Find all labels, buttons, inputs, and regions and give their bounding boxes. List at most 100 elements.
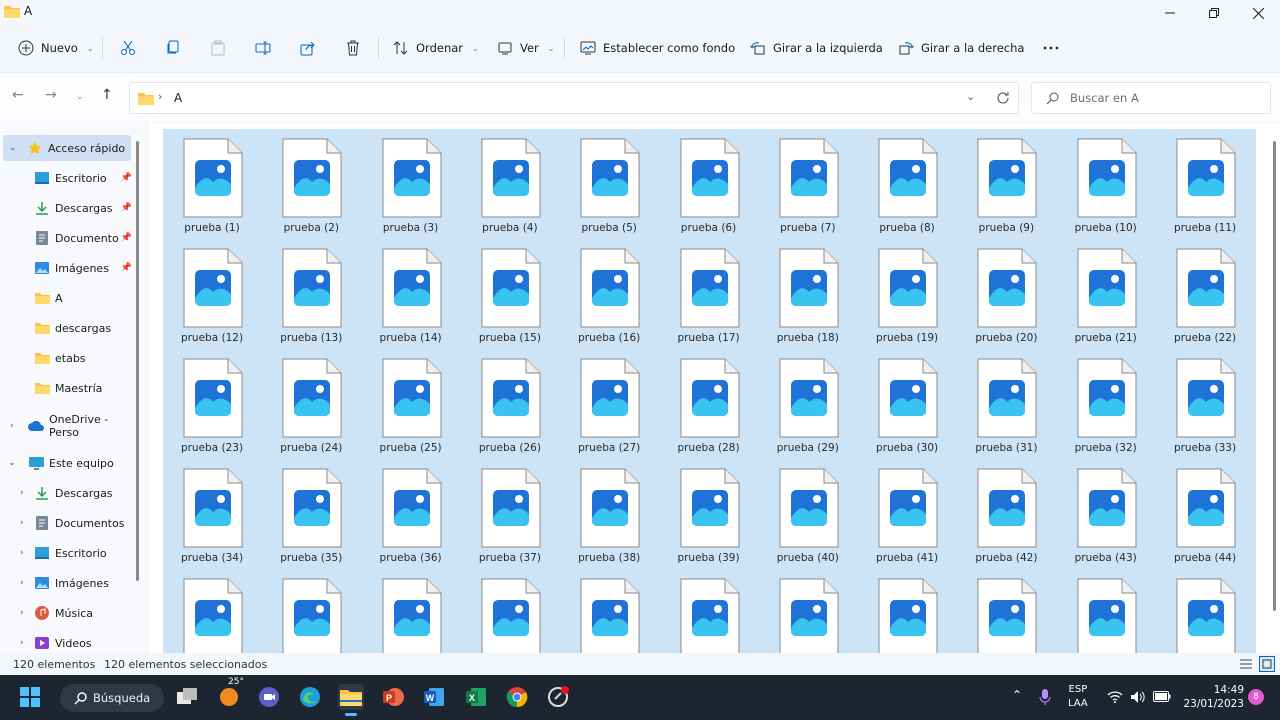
- up-arrow-icon[interactable]: ↑: [101, 87, 113, 103]
- refresh-icon[interactable]: [996, 91, 1010, 105]
- minimize-button[interactable]: [1148, 0, 1192, 26]
- sidebar-item-pc-documentos[interactable]: › Documentos: [0, 510, 138, 536]
- file-tile[interactable]: [263, 570, 359, 653]
- file-tile[interactable]: prueba (44): [1157, 460, 1253, 566]
- forward-arrow-icon[interactable]: →: [45, 87, 57, 103]
- microphone-icon[interactable]: [1039, 689, 1051, 706]
- weather-widget[interactable]: 25°: [216, 677, 244, 710]
- sidebar-item-documento[interactable]: Documento 📌: [0, 225, 138, 251]
- set-background-button[interactable]: Establecer como fondo: [580, 28, 735, 68]
- sidebar-item-pc-escritorio[interactable]: › Escritorio: [0, 540, 138, 566]
- file-tile[interactable]: prueba (40): [760, 460, 856, 566]
- delete-button[interactable]: [345, 28, 361, 68]
- battery-icon[interactable]: [1153, 691, 1171, 702]
- sidebar-item-etabs[interactable]: etabs: [0, 345, 138, 371]
- sidebar-item-pc-descargas[interactable]: › Descargas: [0, 480, 138, 506]
- sort-button[interactable]: Ordenar ⌄: [393, 28, 479, 68]
- volume-icon[interactable]: [1130, 690, 1146, 704]
- file-tile[interactable]: prueba (37): [462, 460, 558, 566]
- large-icons-view-icon[interactable]: [1259, 656, 1275, 672]
- restore-button[interactable]: [1192, 0, 1236, 26]
- file-tile[interactable]: prueba (14): [363, 240, 459, 346]
- details-view-icon[interactable]: [1240, 658, 1252, 670]
- file-tile[interactable]: prueba (31): [958, 350, 1054, 456]
- expanded-chevron-icon[interactable]: ⌄: [9, 143, 17, 153]
- sidebar-item-maestria[interactable]: Maestría: [0, 375, 138, 401]
- file-tile[interactable]: prueba (16): [561, 240, 657, 346]
- collapsed-chevron-icon[interactable]: ›: [20, 578, 24, 588]
- paste-button[interactable]: [210, 28, 226, 68]
- file-tile[interactable]: prueba (11): [1157, 130, 1253, 236]
- file-tile[interactable]: [363, 570, 459, 653]
- clock[interactable]: 14:49 23/01/2023: [1183, 683, 1244, 711]
- word-icon[interactable]: W: [421, 684, 447, 710]
- notification-badge[interactable]: 8: [1248, 689, 1264, 705]
- sidebar-item-pc-imagenes[interactable]: › Imágenes: [0, 570, 138, 596]
- file-tile[interactable]: [760, 570, 856, 653]
- file-explorer-icon[interactable]: [338, 684, 364, 716]
- file-tile[interactable]: prueba (29): [760, 350, 856, 456]
- sidebar-item-a[interactable]: A: [0, 285, 138, 311]
- file-tile[interactable]: prueba (10): [1058, 130, 1154, 236]
- recorder-app-icon[interactable]: [545, 684, 571, 710]
- recent-chevron-icon[interactable]: ⌄: [76, 92, 84, 102]
- copy-button[interactable]: [165, 28, 181, 68]
- file-tile[interactable]: prueba (20): [958, 240, 1054, 346]
- teams-chat-icon[interactable]: [256, 684, 282, 710]
- file-tile[interactable]: prueba (17): [661, 240, 757, 346]
- expanded-chevron-icon[interactable]: ⌄: [8, 458, 16, 468]
- file-tile[interactable]: [561, 570, 657, 653]
- share-button[interactable]: [300, 28, 316, 68]
- collapsed-chevron-icon[interactable]: ›: [20, 488, 24, 498]
- file-tile[interactable]: prueba (7): [760, 130, 856, 236]
- file-tile[interactable]: prueba (36): [363, 460, 459, 566]
- file-tile[interactable]: prueba (3): [363, 130, 459, 236]
- sidebar-item-descargas-folder[interactable]: descargas: [0, 315, 138, 341]
- file-tile[interactable]: prueba (21): [1058, 240, 1154, 346]
- file-tile[interactable]: prueba (15): [462, 240, 558, 346]
- file-tile[interactable]: prueba (30): [859, 350, 955, 456]
- file-tile[interactable]: [462, 570, 558, 653]
- file-tile[interactable]: [859, 570, 955, 653]
- file-tile[interactable]: prueba (41): [859, 460, 955, 566]
- address-bar[interactable]: › A ⌄: [129, 82, 1019, 114]
- file-tile[interactable]: prueba (18): [760, 240, 856, 346]
- sidebar-item-onedrive[interactable]: › OneDrive - Perso: [0, 413, 138, 439]
- file-tile[interactable]: [661, 570, 757, 653]
- sidebar-scrollbar[interactable]: [136, 141, 139, 581]
- sidebar-item-this-pc[interactable]: ⌄ Este equipo: [0, 450, 138, 476]
- rotate-right-button[interactable]: Girar a la derecha: [898, 28, 1024, 68]
- file-tile[interactable]: prueba (35): [263, 460, 359, 566]
- file-tile[interactable]: prueba (1): [164, 130, 260, 236]
- file-tile[interactable]: prueba (9): [958, 130, 1054, 236]
- file-tile[interactable]: prueba (25): [363, 350, 459, 456]
- file-tile[interactable]: prueba (23): [164, 350, 260, 456]
- sidebar-item-escritorio[interactable]: Escritorio 📌: [0, 165, 138, 191]
- view-button[interactable]: Ver ⌄: [497, 28, 554, 68]
- file-tile[interactable]: prueba (38): [561, 460, 657, 566]
- sidebar-item-pc-musica[interactable]: › Música: [0, 600, 138, 626]
- new-button[interactable]: Nuevo ⌄: [18, 28, 94, 68]
- start-icon[interactable]: [17, 684, 43, 710]
- file-tile[interactable]: prueba (28): [661, 350, 757, 456]
- input-language[interactable]: ESP LAA: [1068, 683, 1088, 711]
- collapsed-chevron-icon[interactable]: ›: [10, 421, 14, 431]
- file-tile[interactable]: [164, 570, 260, 653]
- collapsed-chevron-icon[interactable]: ›: [20, 548, 24, 558]
- file-tile[interactable]: prueba (34): [164, 460, 260, 566]
- file-tile[interactable]: prueba (5): [561, 130, 657, 236]
- collapsed-chevron-icon[interactable]: ›: [20, 638, 24, 648]
- file-tile[interactable]: prueba (39): [661, 460, 757, 566]
- powerpoint-icon[interactable]: P: [380, 684, 406, 710]
- rotate-left-button[interactable]: Girar a la izquierda: [750, 28, 883, 68]
- file-tile[interactable]: prueba (13): [263, 240, 359, 346]
- file-tile[interactable]: prueba (8): [859, 130, 955, 236]
- task-view-icon[interactable]: [174, 684, 200, 710]
- chevron-up-icon[interactable]: ⌃: [1012, 688, 1022, 702]
- file-tile[interactable]: prueba (6): [661, 130, 757, 236]
- content-scrollbar[interactable]: [1273, 141, 1276, 611]
- file-tile[interactable]: prueba (42): [958, 460, 1054, 566]
- file-tile[interactable]: prueba (33): [1157, 350, 1253, 456]
- file-tile[interactable]: prueba (32): [1058, 350, 1154, 456]
- sidebar-item-quick-access[interactable]: ⌄ Acceso rápido: [3, 135, 131, 161]
